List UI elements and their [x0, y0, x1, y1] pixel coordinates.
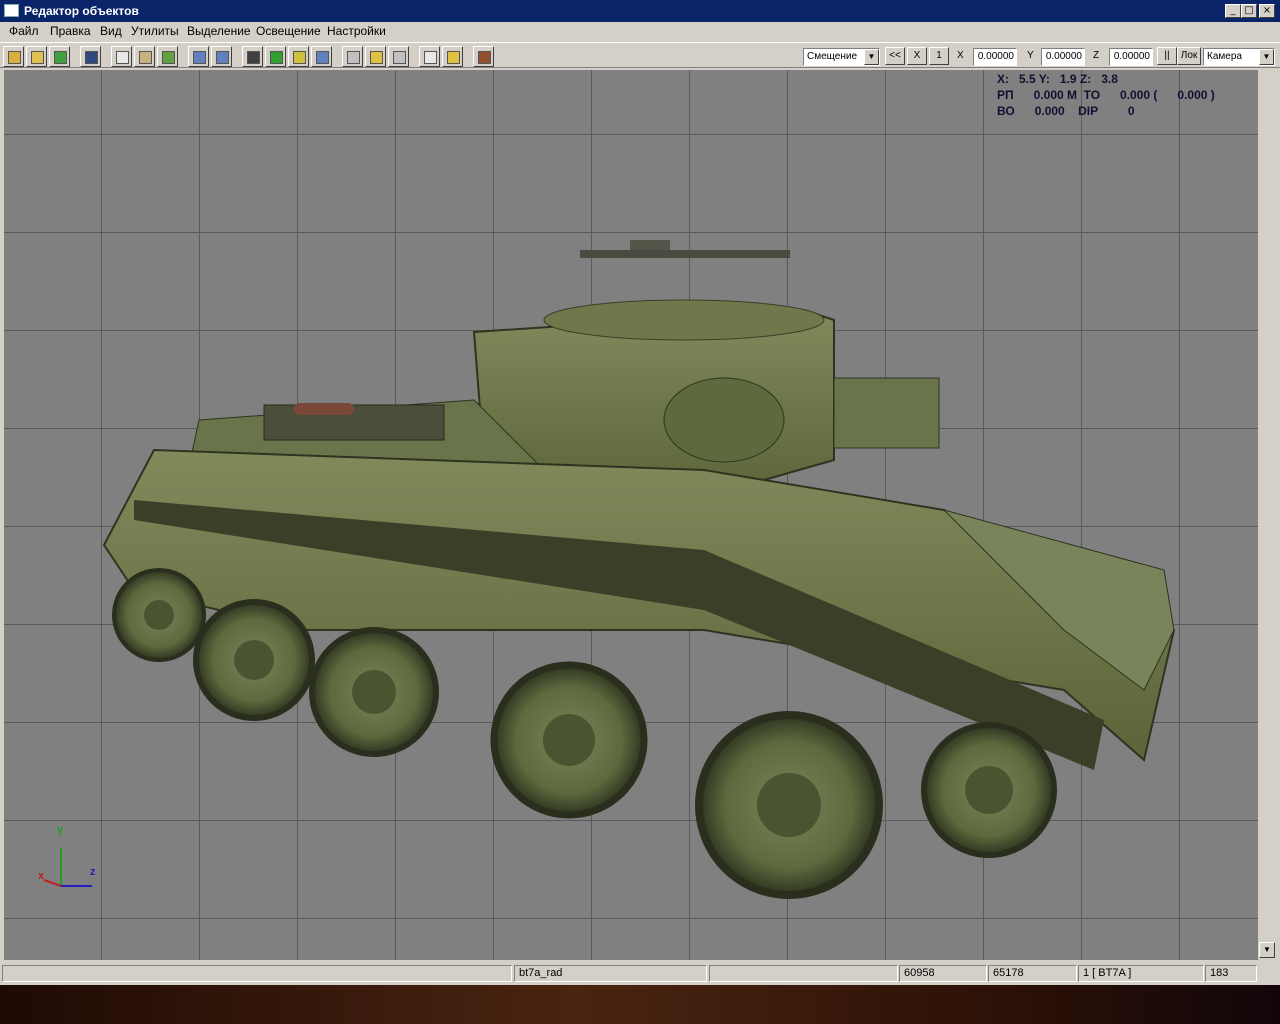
status-empty [709, 965, 898, 982]
y-field[interactable]: 0.00000 [1041, 48, 1085, 66]
select-icon[interactable] [242, 46, 263, 67]
axis-z-label: z [90, 866, 96, 878]
redo-icon[interactable] [211, 46, 232, 67]
paste-icon[interactable] [134, 46, 155, 67]
scale-icon[interactable] [311, 46, 332, 67]
folder-props-icon[interactable] [365, 46, 386, 67]
x-button[interactable]: X [907, 47, 927, 65]
axis-x-label: x [38, 870, 45, 882]
gun-mantlet [663, 377, 785, 463]
one-button[interactable]: 1 [929, 47, 949, 65]
open-icon[interactable] [26, 46, 47, 67]
status-bar: bt7a_rad 60958 65178 1 [ BT7A ] 183 [0, 963, 1280, 983]
title-bar[interactable]: Редактор объектов _ □ × [0, 0, 1280, 22]
copy-icon[interactable] [111, 46, 132, 67]
chevron-down-icon[interactable]: ▼ [1259, 49, 1274, 65]
vertical-scrollbar[interactable]: ▼ [1258, 70, 1276, 960]
new-icon[interactable] [3, 46, 24, 67]
gun-barrel [833, 377, 940, 449]
minimize-button[interactable]: _ [1225, 4, 1241, 18]
x-field[interactable]: 0.00000 [973, 48, 1017, 66]
mode-select[interactable]: Смещение ▼ [803, 48, 880, 66]
pause-button[interactable]: || [1157, 47, 1177, 65]
box-solid-icon[interactable] [442, 46, 463, 67]
status-selection: 1 [ BT7A ] [1078, 965, 1204, 982]
tank-model [43, 240, 1176, 899]
grid-icon[interactable] [49, 46, 70, 67]
back-button[interactable]: << [885, 47, 905, 65]
z-label: Z [1093, 50, 1100, 61]
menu-view[interactable]: Вид [100, 24, 122, 38]
machine-gun [580, 250, 790, 258]
properties-icon[interactable] [342, 46, 363, 67]
y-label: Y [1027, 50, 1034, 61]
scroll-down-icon[interactable]: ▼ [1259, 942, 1275, 958]
rotate-icon[interactable] [288, 46, 309, 67]
status-vertices: 60958 [899, 965, 987, 982]
menu-lighting[interactable]: Освещение [256, 24, 321, 38]
save-icon[interactable] [80, 46, 101, 67]
axis-gizmo [43, 848, 92, 887]
maximize-button[interactable]: □ [1241, 4, 1257, 18]
menu-selection[interactable]: Выделение [187, 24, 251, 38]
3d-viewport[interactable]: X: 5.5 Y: 1.9 Z: 3.8 РП 0.000 М ТО 0.000… [4, 70, 1258, 960]
view-select[interactable]: Камера ▼ [1203, 48, 1275, 66]
menu-bar: Файл Правка Вид Утилиты Выделение Освеще… [0, 22, 1280, 41]
status-count: 183 [1205, 965, 1257, 982]
close-button[interactable]: × [1259, 4, 1275, 18]
box-outline-icon[interactable] [419, 46, 440, 67]
lock-button[interactable]: Лок [1177, 47, 1201, 65]
axis-y-label: y [57, 824, 64, 836]
editor-window: Редактор объектов _ □ × Файл Правка Вид … [0, 0, 1280, 985]
window-title: Редактор объектов [24, 4, 139, 18]
menu-utilities[interactable]: Утилиты [131, 24, 179, 38]
app-icon [4, 4, 19, 17]
desktop-background [0, 985, 1280, 1024]
menu-settings[interactable]: Настройки [327, 24, 386, 38]
tools-icon[interactable] [473, 46, 494, 67]
move-icon[interactable] [265, 46, 286, 67]
chevron-down-icon[interactable]: ▼ [864, 49, 879, 65]
table-icon[interactable] [157, 46, 178, 67]
status-faces: 65178 [988, 965, 1077, 982]
undo-icon[interactable] [188, 46, 209, 67]
x-label: X [957, 50, 964, 61]
z-field[interactable]: 0.00000 [1109, 48, 1153, 66]
toolbar: Смещение ▼ << X 1 X 0.00000 Y 0.00000 Z … [0, 42, 1280, 68]
menu-file[interactable]: Файл [9, 24, 39, 38]
menu-edit[interactable]: Правка [50, 24, 91, 38]
status-message [2, 965, 512, 982]
status-object-name: bt7a_rad [514, 965, 707, 982]
object-props-icon[interactable] [388, 46, 409, 67]
